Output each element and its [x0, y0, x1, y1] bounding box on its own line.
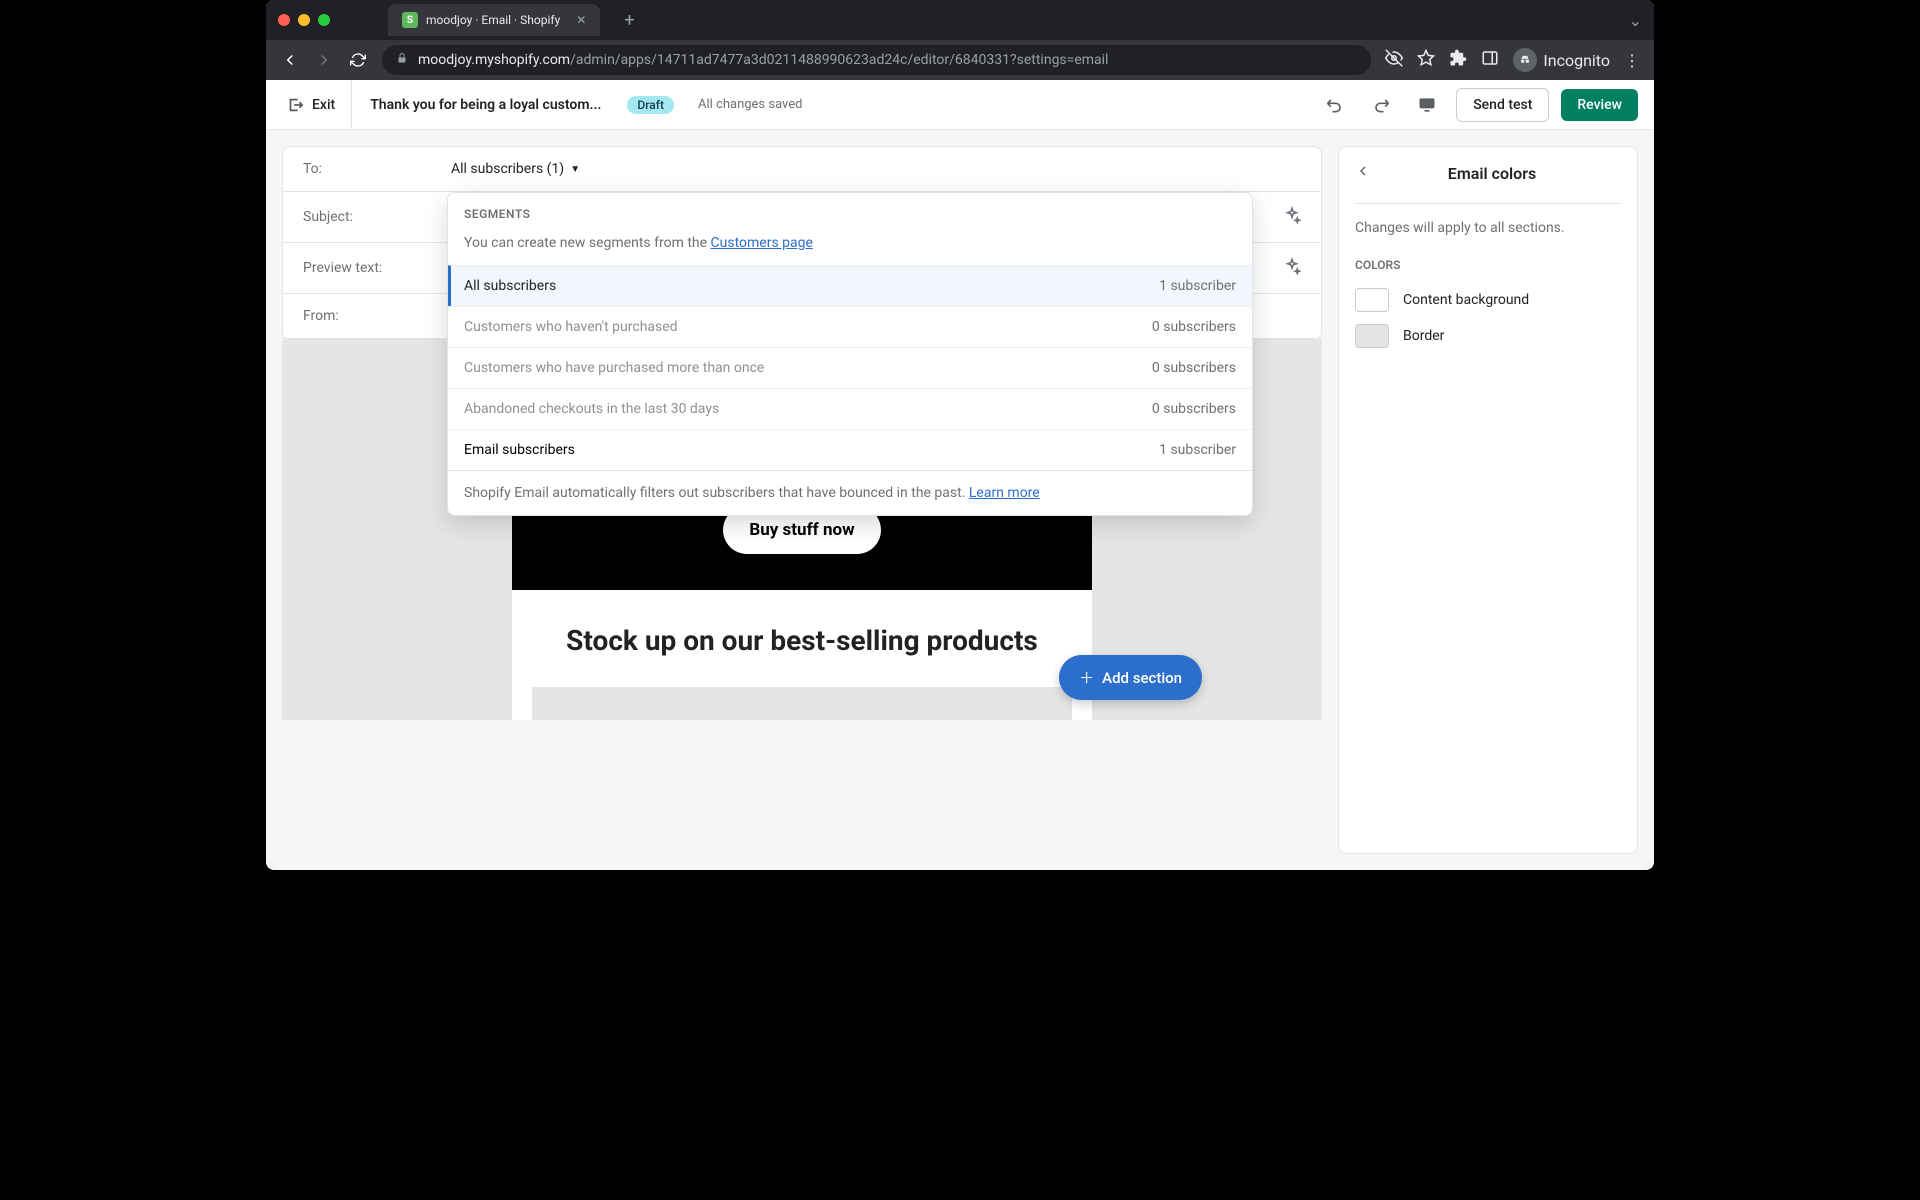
maximize-window-button[interactable] — [318, 14, 330, 26]
dropdown-header: SEGMENTS — [448, 193, 1252, 225]
browser-tab[interactable]: S moodjoy · Email · Shopify ✕ — [388, 4, 600, 36]
segment-count: 0 subscribers — [1152, 360, 1236, 376]
shopify-favicon-icon: S — [402, 12, 418, 28]
browser-chrome-top: S moodjoy · Email · Shopify ✕ + ⌄ — [266, 0, 1654, 40]
address-bar[interactable]: moodjoy.myshopify.com/admin/apps/14711ad… — [382, 45, 1371, 75]
close-window-button[interactable] — [278, 14, 290, 26]
segment-name: Email subscribers — [464, 442, 575, 458]
learn-more-link[interactable]: Learn more — [969, 485, 1040, 501]
segment-name: All subscribers — [464, 278, 556, 294]
incognito-indicator[interactable]: Incognito — [1513, 48, 1610, 72]
customers-page-link[interactable]: Customers page — [711, 235, 813, 251]
product-placeholder — [532, 687, 1072, 720]
add-section-button[interactable]: ＋ Add section — [1059, 655, 1202, 700]
exit-label: Exit — [312, 97, 335, 113]
caret-down-icon: ▼ — [570, 164, 580, 175]
to-field[interactable]: All subscribers (1) ▼ — [451, 161, 580, 177]
ai-suggest-subject-icon[interactable] — [1283, 206, 1301, 228]
send-test-button[interactable]: Send test — [1456, 88, 1549, 122]
save-status: All changes saved — [698, 97, 803, 112]
tab-close-icon[interactable]: ✕ — [576, 13, 586, 27]
segment-name: Abandoned checkouts in the last 30 days — [464, 401, 719, 417]
sidebar-hint: Changes will apply to all sections. — [1355, 204, 1621, 252]
segment-option[interactable]: Abandoned checkouts in the last 30 days 0… — [448, 388, 1252, 429]
traffic-lights — [278, 14, 330, 26]
draft-badge: Draft — [627, 96, 674, 114]
new-tab-button[interactable]: + — [624, 10, 634, 31]
segment-count: 0 subscribers — [1152, 401, 1236, 417]
sidebar-back-button[interactable] — [1355, 163, 1371, 183]
segment-name: Customers who have purchased more than o… — [464, 360, 764, 376]
forward-button[interactable] — [314, 51, 334, 69]
browser-toolbar-right: Incognito ⋮ — [1385, 48, 1640, 72]
lock-icon — [396, 52, 408, 68]
url-text: moodjoy.myshopify.com/admin/apps/14711ad… — [418, 52, 1108, 68]
products-title: Stock up on our best-selling products — [532, 624, 1072, 657]
preview-text-label: Preview text: — [303, 260, 451, 276]
add-section-label: Add section — [1102, 669, 1182, 687]
content-bg-swatch — [1355, 288, 1389, 312]
extensions-icon[interactable] — [1449, 49, 1467, 71]
border-color-picker[interactable]: Border — [1355, 318, 1621, 354]
plus-icon: ＋ — [1079, 667, 1094, 688]
content-bg-label: Content background — [1403, 292, 1529, 308]
eye-off-icon[interactable] — [1385, 49, 1403, 71]
review-button[interactable]: Review — [1561, 89, 1638, 121]
segment-option[interactable]: Customers who have purchased more than o… — [448, 347, 1252, 388]
email-header-form: To: All subscribers (1) ▼ Subject: Previ… — [282, 146, 1322, 340]
sidebar-header: Email colors — [1355, 163, 1621, 204]
segment-count: 0 subscribers — [1152, 319, 1236, 335]
ai-suggest-preview-icon[interactable] — [1283, 257, 1301, 279]
incognito-icon — [1513, 48, 1537, 72]
segment-name: Customers who haven't purchased — [464, 319, 678, 335]
segment-count: 1 subscriber — [1159, 278, 1236, 294]
segment-option[interactable]: All subscribers 1 subscriber — [448, 265, 1252, 306]
content-bg-color-picker[interactable]: Content background — [1355, 282, 1621, 318]
border-swatch — [1355, 324, 1389, 348]
page-title: Thank you for being a loyal custom... — [370, 97, 601, 113]
border-label: Border — [1403, 328, 1444, 344]
colors-section-label: COLORS — [1355, 252, 1621, 282]
browser-menu-icon[interactable]: ⋮ — [1624, 51, 1640, 70]
from-label: From: — [303, 308, 451, 324]
segment-option[interactable]: Customers who haven't purchased 0 subscri… — [448, 306, 1252, 347]
right-sidebar: Email colors Changes will apply to all s… — [1338, 146, 1638, 854]
to-label: To: — [303, 161, 451, 177]
segments-dropdown: SEGMENTS You can create new segments fro… — [447, 192, 1253, 516]
exit-icon — [286, 96, 304, 114]
bookmark-star-icon[interactable] — [1417, 49, 1435, 71]
to-value: All subscribers (1) — [451, 161, 564, 177]
dropdown-helper: You can create new segments from the Cus… — [448, 225, 1252, 265]
panel-icon[interactable] — [1481, 49, 1499, 71]
exit-button[interactable]: Exit — [282, 80, 352, 129]
tabs-overflow-icon[interactable]: ⌄ — [1629, 11, 1642, 30]
reload-button[interactable] — [348, 52, 368, 68]
minimize-window-button[interactable] — [298, 14, 310, 26]
app-header: Exit Thank you for being a loyal custom.… — [266, 80, 1654, 130]
subject-label: Subject: — [303, 209, 451, 225]
sidebar-title: Email colors — [1383, 164, 1601, 183]
segment-option[interactable]: Email subscribers 1 subscriber — [448, 429, 1252, 470]
header-actions: Send test Review — [1318, 88, 1638, 122]
undo-button[interactable] — [1318, 88, 1352, 122]
browser-toolbar: moodjoy.myshopify.com/admin/apps/14711ad… — [266, 40, 1654, 80]
editor-column: To: All subscribers (1) ▼ Subject: Previ… — [266, 130, 1338, 870]
tab-title: moodjoy · Email · Shopify — [426, 13, 560, 27]
dropdown-footer: Shopify Email automatically filters out … — [448, 470, 1252, 515]
desktop-preview-button[interactable] — [1410, 88, 1444, 122]
redo-button[interactable] — [1364, 88, 1398, 122]
back-button[interactable] — [280, 51, 300, 69]
products-section[interactable]: Stock up on our best-selling products — [512, 590, 1092, 720]
main-layout: To: All subscribers (1) ▼ Subject: Previ… — [266, 130, 1654, 870]
app-window: S moodjoy · Email · Shopify ✕ + ⌄ moodjo… — [266, 0, 1654, 870]
to-row: To: All subscribers (1) ▼ — [283, 147, 1321, 192]
segment-count: 1 subscriber — [1159, 442, 1236, 458]
